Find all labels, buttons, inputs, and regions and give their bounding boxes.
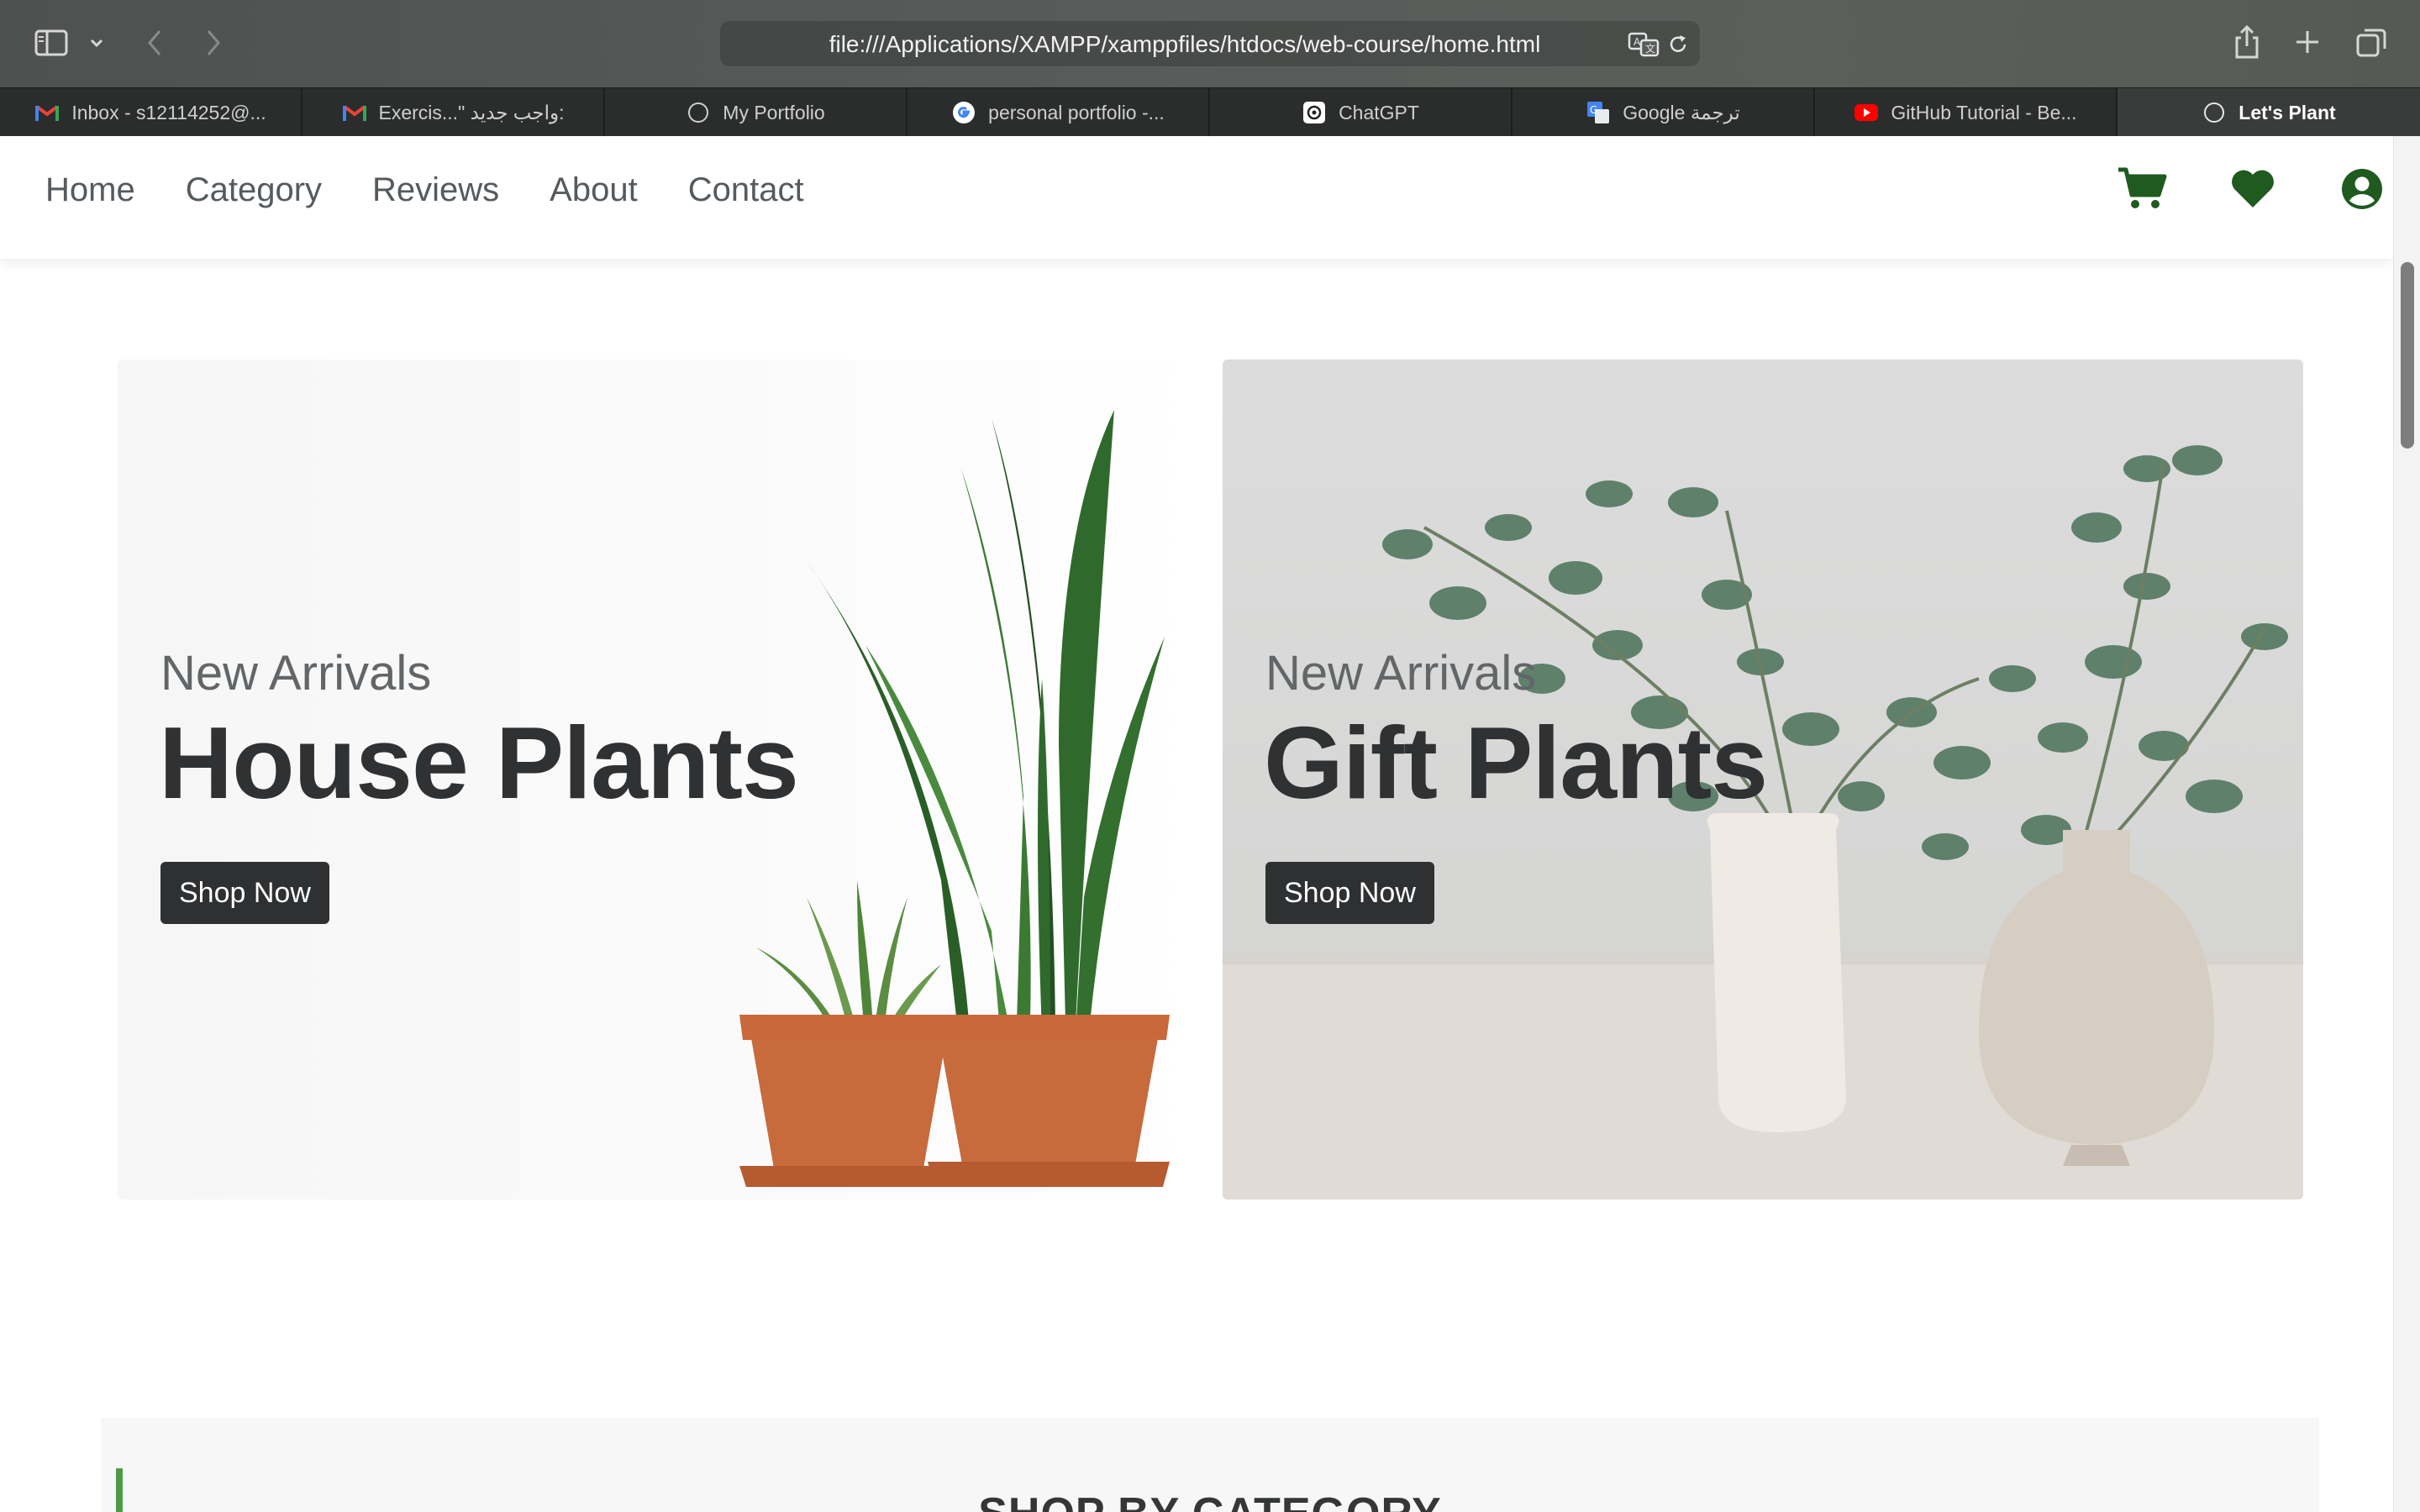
translate-icon[interactable]: A文 <box>1628 31 1661 58</box>
tab-label: Exercis..." واجب جديد: <box>378 101 565 123</box>
tab-label: Let's Plant <box>2238 101 2336 123</box>
svg-text:G: G <box>1590 104 1597 116</box>
browser-tab[interactable]: Inbox - s12114252@... <box>0 88 302 137</box>
tab-label: personal portfolio -... <box>988 101 1165 123</box>
youtube-icon <box>1854 100 1879 125</box>
compass-icon <box>2202 100 2227 125</box>
new-tab-icon[interactable] <box>2291 25 2324 59</box>
browser-tab-active[interactable]: Let's Plant <box>2118 88 2420 137</box>
site-navbar: Home Category Reviews About Contact <box>0 136 2393 259</box>
shop-now-button[interactable]: Shop Now <box>160 862 329 924</box>
user-account-icon[interactable] <box>2336 163 2388 215</box>
shop-now-button[interactable]: Shop Now <box>1265 862 1434 924</box>
gmail-icon <box>342 100 367 125</box>
tab-overview-icon[interactable] <box>2353 25 2390 60</box>
share-icon[interactable] <box>2230 24 2264 60</box>
url-text[interactable]: file:///Applications/XAMPP/xamppfiles/ht… <box>720 21 1599 68</box>
scrollbar-thumb[interactable] <box>2401 262 2414 449</box>
tab-label: GitHub Tutorial - Be... <box>1891 101 2077 123</box>
nav-link-home[interactable]: Home <box>45 171 135 209</box>
hero-title: Gift Plants <box>1264 706 1768 820</box>
tab-label: ChatGPT <box>1339 101 1419 123</box>
tab-label: Google ترجمة <box>1623 101 1740 123</box>
hero-subtitle: New Arrivals <box>160 646 432 701</box>
heart-icon[interactable] <box>2227 163 2279 215</box>
reload-icon[interactable] <box>1666 33 1690 56</box>
nav-links: Home Category Reviews About Contact <box>45 171 804 209</box>
browser-tab[interactable]: Exercis..." واجب جديد: <box>302 88 605 137</box>
hero-card-gift-plants: New Arrivals Gift Plants Shop Now <box>1223 360 2303 1200</box>
compass-icon <box>686 100 711 125</box>
browser-tab[interactable]: G Google ترجمة <box>1512 88 1815 137</box>
tab-strip: Inbox - s12114252@... Exercis..." واجب ج… <box>0 87 2420 137</box>
hero-card-house-plants: New Arrivals House Plants Shop Now <box>118 360 1198 1200</box>
hero-subtitle: New Arrivals <box>1265 646 1537 701</box>
nav-link-contact[interactable]: Contact <box>688 171 804 209</box>
forward-icon[interactable] <box>200 27 227 59</box>
svg-text:A: A <box>1634 36 1641 48</box>
google-icon <box>951 100 976 125</box>
svg-text:文: 文 <box>1645 42 1655 55</box>
sidebar-toggle-icon[interactable] <box>34 27 69 59</box>
back-icon[interactable] <box>141 27 168 59</box>
browser-tab[interactable]: My Portfolio <box>605 88 908 137</box>
browser-toolbar: file:///Applications/XAMPP/xamppfiles/ht… <box>0 0 2420 87</box>
gmail-icon <box>34 100 60 125</box>
google-translate-icon: G <box>1586 100 1611 125</box>
nav-link-about[interactable]: About <box>550 171 638 209</box>
nav-link-category[interactable]: Category <box>186 171 322 209</box>
section-title: SHOP BY CATEGORY <box>101 1488 2319 1512</box>
browser-tab[interactable]: ChatGPT <box>1210 88 1512 137</box>
address-bar[interactable]: file:///Applications/XAMPP/xamppfiles/ht… <box>719 20 1701 67</box>
nav-link-reviews[interactable]: Reviews <box>372 171 499 209</box>
hero-title: House Plants <box>159 706 799 820</box>
browser-tab[interactable]: GitHub Tutorial - Be... <box>1815 88 2118 137</box>
cart-icon[interactable] <box>2116 163 2168 215</box>
page-scrollbar[interactable] <box>2393 136 2420 1512</box>
tab-label: Inbox - s12114252@... <box>71 101 266 123</box>
chevron-down-icon[interactable] <box>87 32 106 54</box>
shop-by-category-section: SHOP BY CATEGORY <box>101 1418 2319 1512</box>
chatgpt-icon <box>1302 100 1327 125</box>
page-viewport: Home Category Reviews About Contact New … <box>0 136 2393 1512</box>
tab-label: My Portfolio <box>723 101 825 123</box>
browser-tab[interactable]: personal portfolio -... <box>908 88 1210 137</box>
